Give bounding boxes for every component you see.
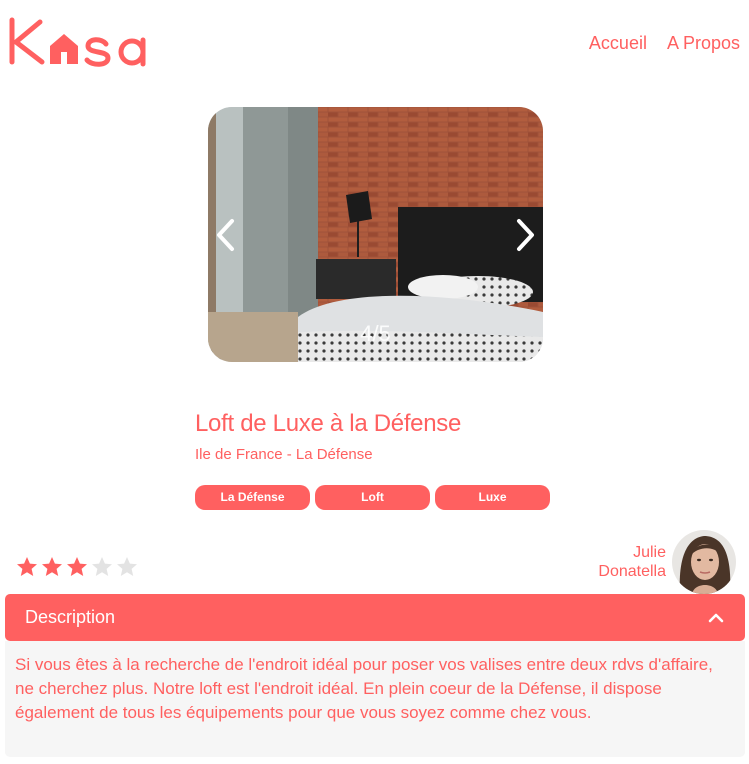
carousel-counter: 4/5 xyxy=(360,321,391,346)
chevron-right-icon xyxy=(517,219,534,251)
kasa-logo-mark xyxy=(9,17,146,67)
tag: Luxe xyxy=(435,485,550,510)
nav-link-about[interactable]: A Propos xyxy=(667,33,740,54)
nav-link-home[interactable]: Accueil xyxy=(589,33,647,54)
description-toggle[interactable]: Description xyxy=(5,594,745,641)
host-card: Julie Donatella xyxy=(598,530,736,594)
listing-location: Ile de France - La Défense xyxy=(195,446,373,463)
star-filled-icon xyxy=(15,555,39,579)
description-content: Si vous êtes à la recherche de l'endroit… xyxy=(5,641,745,757)
star-empty-icon xyxy=(115,555,139,579)
description-title: Description xyxy=(25,607,116,627)
kasa-logo[interactable] xyxy=(8,16,158,68)
star-filled-icon xyxy=(40,555,64,579)
carousel-next-button[interactable] xyxy=(513,215,539,255)
carousel-prev-button[interactable] xyxy=(212,215,238,255)
rating-stars xyxy=(15,555,139,579)
tag-list: La Défense Loft Luxe xyxy=(195,485,550,510)
chevron-left-icon xyxy=(217,219,234,251)
host-name: Julie Donatella xyxy=(598,543,666,581)
star-empty-icon xyxy=(90,555,114,579)
main-nav: Accueil A Propos xyxy=(589,33,740,54)
avatar-image xyxy=(672,530,736,594)
tag: La Défense xyxy=(195,485,310,510)
star-filled-icon xyxy=(65,555,89,579)
host-avatar xyxy=(672,530,736,594)
host-last-name: Donatella xyxy=(598,563,666,580)
photo-carousel: 4/5 xyxy=(208,107,543,362)
host-first-name: Julie xyxy=(633,544,666,561)
listing-title: Loft de Luxe à la Défense xyxy=(195,410,462,437)
chevron-up-icon xyxy=(707,609,725,627)
tag: Loft xyxy=(315,485,430,510)
